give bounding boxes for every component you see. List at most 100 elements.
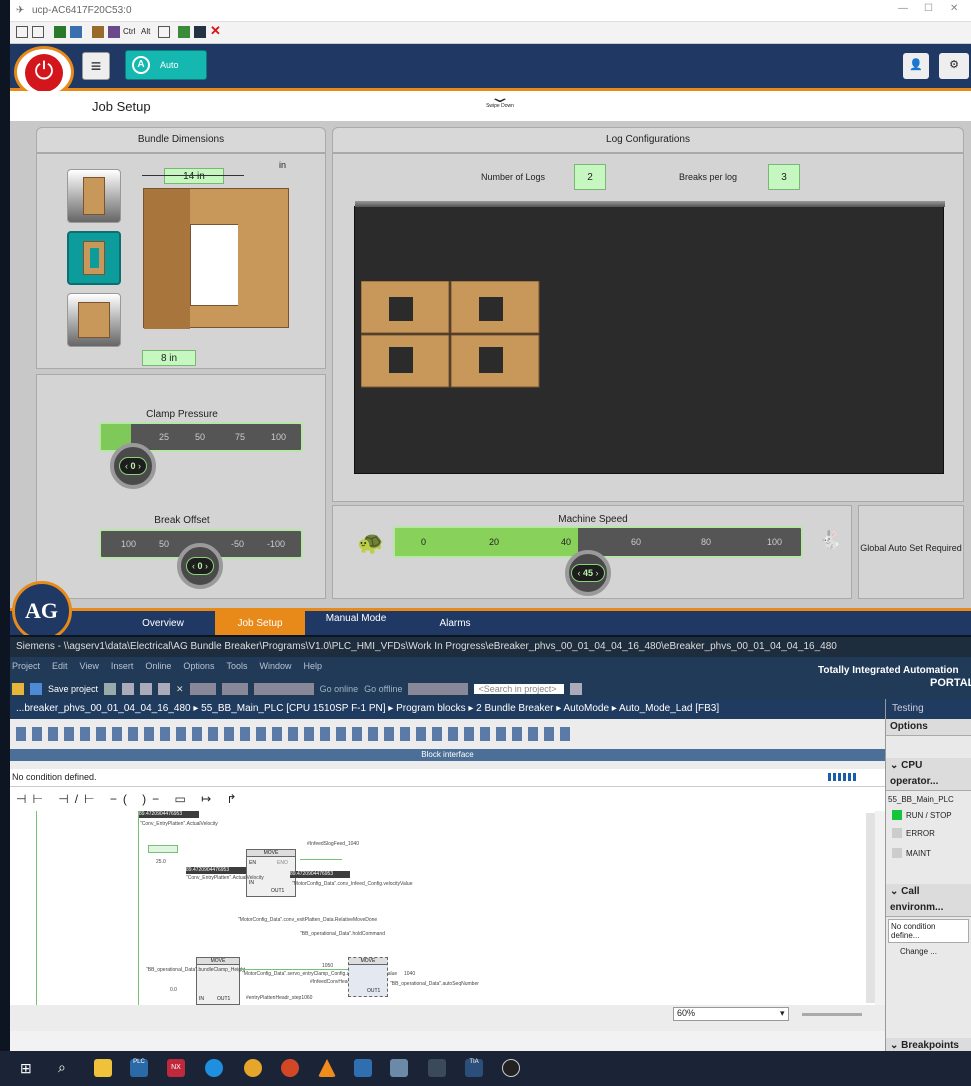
breadcrumb[interactable]: ...breaker_phvs_00_01_04_04_16_480 ▸ 55_…	[10, 699, 885, 719]
settings-icon[interactable]: ⚙	[939, 53, 969, 79]
move-block[interactable]: MOVE IN OUT1	[196, 957, 240, 1005]
menu-view[interactable]: View	[80, 661, 99, 671]
block-interface-bar[interactable]: Block interface	[10, 749, 885, 761]
close-icon[interactable]: ✕	[210, 23, 221, 39]
tool-icon[interactable]	[92, 26, 104, 38]
zoom-select[interactable]: 60% ▾	[673, 1007, 789, 1021]
knob-value: ‹ 0 ›	[118, 457, 147, 475]
nav-tab-alarms[interactable]: Alarms	[405, 611, 505, 635]
vertical-scrollbar[interactable]	[866, 813, 875, 1003]
break-offset-knob[interactable]: ‹ 0 ›	[177, 543, 223, 589]
powerpoint-icon[interactable]	[281, 1059, 299, 1077]
tool-icon[interactable]	[32, 26, 44, 38]
breaks-per-log-value[interactable]: 3	[768, 164, 800, 190]
go-online-button[interactable]: Go online	[320, 684, 359, 694]
menu-icon[interactable]: ≡	[82, 52, 110, 80]
cut-icon[interactable]	[122, 683, 135, 695]
save-icon[interactable]	[30, 683, 42, 695]
tag-name: #InfeedSlogFeed_1040	[307, 841, 359, 847]
save-icon[interactable]	[194, 26, 206, 38]
cpu-operator-header[interactable]: ⌄ CPU operator...	[886, 758, 971, 791]
compare-contact[interactable]	[148, 845, 178, 853]
menu-options[interactable]: Options	[183, 661, 214, 671]
run-stop-row[interactable]: RUN / STOP	[886, 808, 971, 822]
close-button[interactable]: ✕	[950, 3, 958, 14]
files-icon[interactable]	[94, 1059, 112, 1077]
menu-help[interactable]: Help	[303, 661, 322, 671]
search-icon[interactable]	[570, 683, 583, 695]
github-icon[interactable]	[502, 1059, 520, 1077]
bundle-shape-u-button[interactable]	[67, 231, 121, 285]
alt-key[interactable]: Alt	[141, 27, 150, 36]
tool-icon[interactable]	[54, 26, 66, 38]
wire	[300, 859, 342, 860]
maximize-button[interactable]: ☐	[924, 3, 933, 14]
menu-insert[interactable]: Insert	[111, 661, 134, 671]
search-input[interactable]: <Search in project>	[474, 684, 565, 694]
machine-speed-knob[interactable]: ‹ 45 ›	[565, 550, 611, 596]
nav-tab-manual-mode[interactable]: Manual Mode	[310, 611, 402, 624]
nav-tab-job-setup[interactable]: Job Setup	[215, 611, 305, 635]
vlc-icon[interactable]	[318, 1059, 336, 1077]
start-icon[interactable]: ⊞	[20, 1060, 32, 1077]
search-icon[interactable]: ⌕	[58, 1059, 66, 1076]
minimize-button[interactable]: —	[898, 3, 908, 14]
new-project-icon[interactable]	[12, 683, 24, 695]
menu-project[interactable]: Project	[12, 661, 40, 671]
delete-icon[interactable]: ✕	[176, 684, 184, 695]
ctrl-key[interactable]: Ctrl	[123, 27, 135, 36]
ladder-editor[interactable]: 89.4720904476953 "Conv_EntryPlatten".Act…	[10, 811, 875, 1005]
wire	[240, 969, 348, 970]
paste-icon[interactable]	[158, 683, 171, 695]
num-logs-value[interactable]: 2	[574, 164, 606, 190]
edge-icon[interactable]	[205, 1059, 223, 1077]
num-logs-label: Number of Logs	[481, 172, 546, 182]
auto-mode-button[interactable]: A Auto	[125, 50, 207, 80]
options-header[interactable]: Options	[886, 719, 971, 736]
change-button[interactable]: Change ...	[886, 945, 971, 958]
plcsim-icon[interactable]: PLC	[130, 1059, 148, 1077]
bottom-dimension-value[interactable]: 8 in	[142, 350, 196, 366]
menu-edit[interactable]: Edit	[52, 661, 68, 671]
refresh-icon[interactable]	[70, 26, 82, 38]
copy-icon[interactable]	[158, 26, 170, 38]
undo-icon[interactable]	[189, 683, 216, 695]
zoom-slider[interactable]	[802, 1013, 862, 1016]
block-toolbar-icons[interactable]	[16, 727, 576, 741]
top-dimension-value[interactable]: 14 in	[164, 168, 224, 184]
compile-icons[interactable]	[253, 683, 314, 695]
breakpoints-header[interactable]: ⌄ Breakpoints	[886, 1038, 971, 1051]
bundle-shape-full-button[interactable]	[67, 169, 121, 223]
tia-icon[interactable]: TIA	[465, 1059, 483, 1077]
go-offline-button[interactable]: Go offline	[364, 684, 402, 694]
move-block[interactable]: MOVE EN ENO IN OUT1	[246, 849, 296, 897]
copy-icon[interactable]	[140, 683, 153, 695]
logo-mark: AG	[25, 598, 58, 623]
app2-icon[interactable]	[390, 1059, 408, 1077]
ladder-contact-icons[interactable]: ⊣⊢ ⊣/⊢ −( )− ▭ ↦ ↱	[16, 792, 243, 806]
diagnostics-icons[interactable]	[408, 683, 469, 695]
print-icon[interactable]	[104, 683, 117, 695]
save-project-button[interactable]: Save project	[48, 684, 98, 694]
clamp-pressure-knob[interactable]: ‹ 0 ›	[110, 443, 156, 489]
tool-icon[interactable]	[428, 1059, 446, 1077]
tool-icon[interactable]	[16, 26, 28, 38]
menu-tools[interactable]: Tools	[226, 661, 247, 671]
chrome-icon[interactable]	[244, 1059, 262, 1077]
paste-icon[interactable]	[178, 26, 190, 38]
menu-online[interactable]: Online	[145, 661, 171, 671]
redo-icon[interactable]	[221, 683, 248, 695]
bundle-shape-step-button[interactable]	[67, 293, 121, 347]
tool-icon[interactable]	[108, 26, 120, 38]
call-env-header[interactable]: ⌄ Call environm...	[886, 884, 971, 917]
move-block-2[interactable]: MOVE OUT1	[348, 957, 388, 997]
auto-icon: A	[132, 56, 150, 74]
nav-tab-overview[interactable]: Overview	[115, 611, 211, 635]
swipe-down-hint[interactable]: ⌄ Swipe Down	[480, 90, 520, 113]
menu-window[interactable]: Window	[259, 661, 291, 671]
user-icon[interactable]: 👤	[903, 53, 929, 79]
nx-icon[interactable]: NX	[167, 1059, 185, 1077]
app-icon[interactable]	[354, 1059, 372, 1077]
tag-value: 89.4720904476953	[186, 867, 246, 874]
testing-header[interactable]: Testing	[886, 699, 971, 719]
